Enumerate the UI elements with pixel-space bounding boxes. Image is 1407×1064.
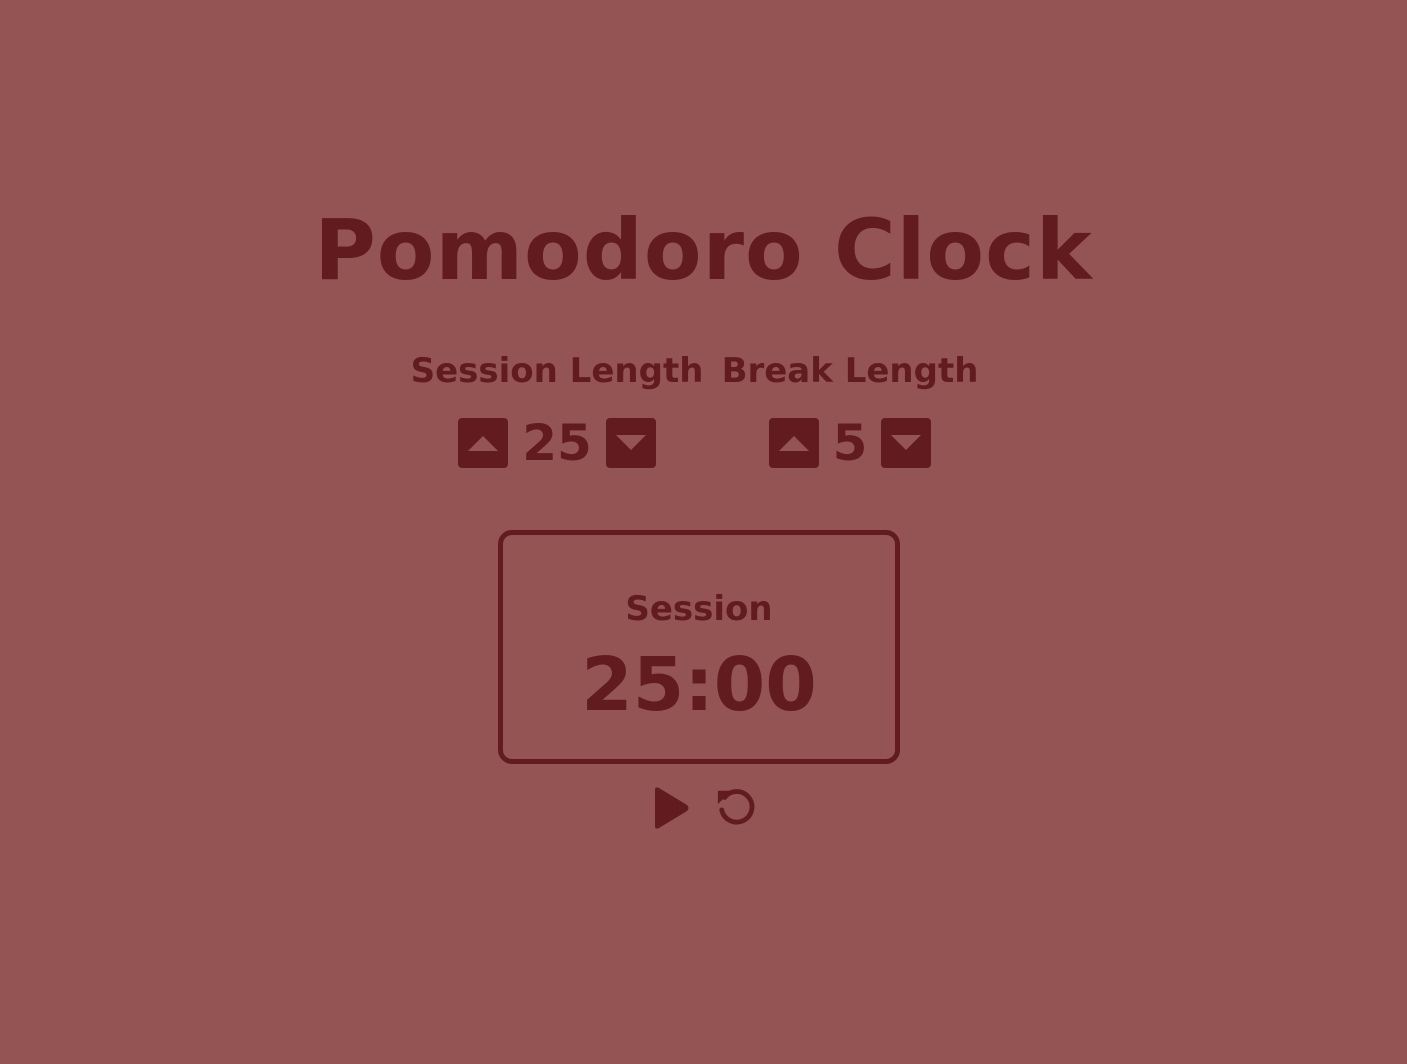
- break-decrement-button[interactable]: [881, 418, 932, 468]
- timer-time: 25:00: [581, 642, 817, 728]
- break-length-controls: 5: [700, 418, 1000, 468]
- session-length-controls: 25: [407, 418, 707, 468]
- break-length-control: Break Length 5: [700, 348, 1000, 468]
- page-title: Pomodoro Clock: [314, 201, 1093, 299]
- break-length-label: Break Length: [721, 351, 979, 391]
- timer-display: Session 25:00: [498, 530, 900, 764]
- play-icon: [654, 787, 688, 829]
- caret-up-icon: [778, 436, 809, 451]
- session-length-label: Session Length: [410, 351, 704, 391]
- break-length-value: 5: [832, 414, 868, 472]
- session-decrement-button[interactable]: [605, 418, 656, 468]
- session-increment-button[interactable]: [458, 418, 509, 468]
- caret-down-icon: [891, 435, 922, 450]
- break-increment-button[interactable]: [768, 418, 819, 468]
- timer-label: Session: [625, 589, 773, 629]
- reset-icon: [717, 789, 754, 825]
- caret-up-icon: [468, 436, 499, 451]
- pomodoro-app: Pomodoro Clock Session Length 25 Break L…: [0, 0, 1407, 1064]
- playback-controls: [0, 782, 1407, 834]
- start-stop-button[interactable]: [649, 782, 693, 834]
- session-length-control: Session Length 25: [407, 348, 707, 468]
- session-length-value: 25: [522, 414, 592, 472]
- caret-down-icon: [615, 435, 646, 450]
- reset-button[interactable]: [715, 782, 759, 834]
